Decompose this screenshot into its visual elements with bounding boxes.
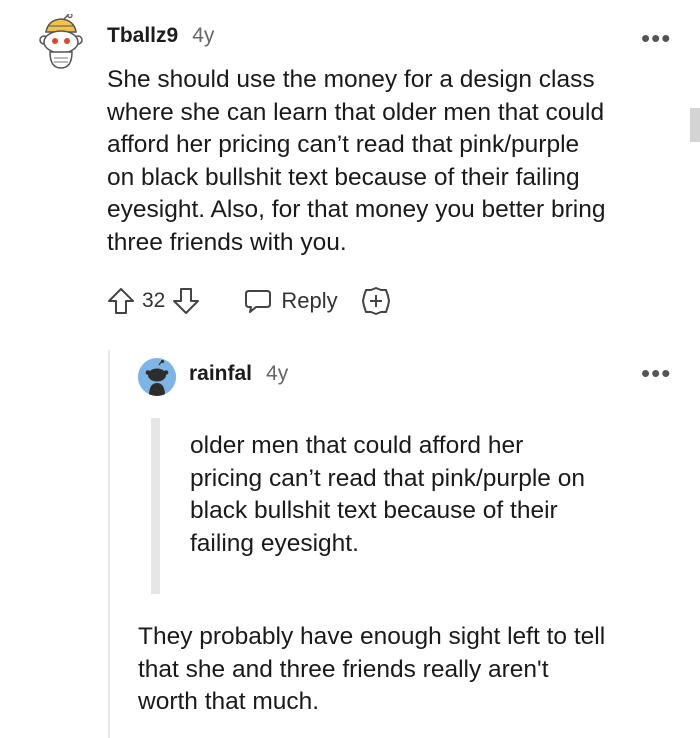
reply-line: that she and three friends really aren't (138, 655, 549, 683)
comment-actions: 32 Reply (106, 284, 392, 318)
upvote-icon[interactable] (106, 286, 136, 316)
thread-line[interactable] (108, 350, 110, 738)
reply-button[interactable]: Reply (243, 286, 338, 316)
reply-header: rainfal 4y (189, 362, 288, 386)
comment-body: She should use the money for a design cl… (107, 64, 687, 259)
vote-count: 32 (142, 289, 166, 312)
award-button[interactable] (360, 285, 392, 317)
comment-line: on black bullshit text because of their … (107, 163, 580, 191)
reply-label: Reply (281, 288, 338, 313)
blockquote-bar (151, 418, 160, 594)
reply-line: worth that much. (138, 688, 320, 715)
comment-line: afford her pricing can’t read that pink/… (107, 131, 580, 158)
award-icon (360, 285, 392, 317)
quote-line: failing eyesight. (190, 529, 359, 557)
comment-line: where she can learn that older men that … (107, 98, 605, 126)
blockquote: older men that could afford her pricing … (190, 430, 660, 560)
quote-line: pricing can’t read that pink/purple on (190, 464, 585, 492)
quote-line: older men that could afford her (190, 432, 524, 459)
username[interactable]: rainfal (189, 362, 252, 386)
comment-line: She should use the money for a design cl… (107, 66, 595, 93)
more-options-button[interactable]: ••• (641, 25, 671, 51)
comment-line: eyesight. Also, for that money you bette… (107, 196, 606, 223)
reply-body: They probably have enough sight left to … (138, 621, 688, 719)
downvote-icon[interactable] (171, 286, 201, 316)
username[interactable]: Tballz9 (107, 24, 178, 48)
comment-line: three friends with you. (107, 228, 347, 256)
avatar[interactable] (36, 12, 86, 70)
comment-age: 4y (192, 24, 215, 47)
reply-bubble-icon (243, 286, 273, 316)
comment-header: Tballz9 4y (107, 24, 214, 48)
avatar[interactable] (138, 358, 176, 396)
reply-age: 4y (266, 362, 289, 385)
scrollbar-thumb[interactable] (690, 108, 700, 142)
more-options-button[interactable]: ••• (641, 360, 671, 386)
reply-line: They probably have enough sight left to … (138, 623, 606, 650)
quote-line: black bullshit text because of their (190, 497, 558, 524)
